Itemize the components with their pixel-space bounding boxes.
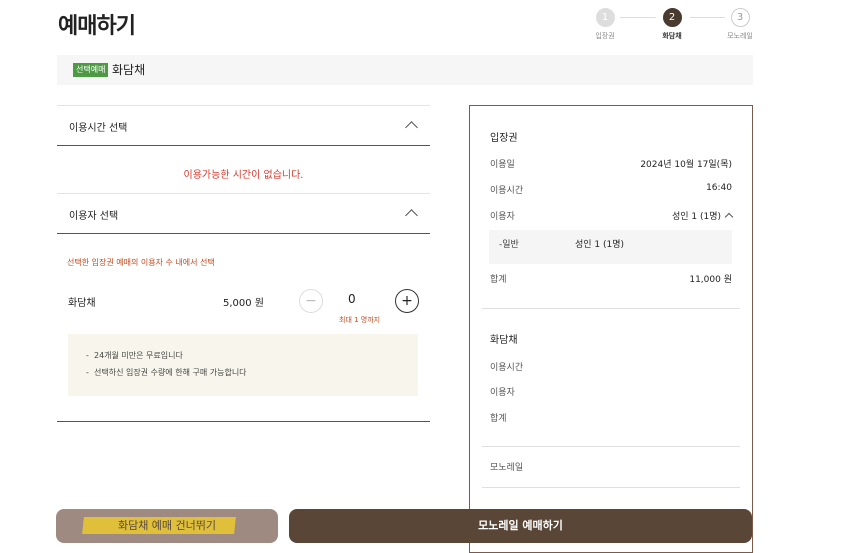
user-value-toggle[interactable]: 성인 1 (1명) [671,209,734,222]
hwadam-total-label: 합계 [490,414,507,424]
step-connector [690,17,725,18]
step-connector [620,17,656,18]
hwadam-user-label: 이용자 [490,388,515,398]
progress-steps: 1 입장권 2 화담채 3 모노레일 [590,8,760,44]
quantity-value: 0 [348,292,356,306]
step-1: 1 입장권 [590,8,620,41]
selected-badge: 선택예매 [73,63,109,77]
quantity-max-note: 최대 1 명까지 [339,316,381,324]
skip-hwadam-button[interactable]: 화담채 예매 건너뛰기 [56,509,278,543]
time-label: 이용시간 [490,186,524,196]
selected-product-name: 화담채 [112,63,146,77]
user-note: 선택한 입장권 예매의 이용자 수 내에서 선택 [67,258,215,267]
date-value: 2024년 10월 17일(목) [640,160,732,170]
time-section-header[interactable]: 이용시간 선택 [57,105,430,146]
book-monorail-button[interactable]: 모노레일 예매하기 [289,509,752,543]
quantity-minus-button[interactable]: − [299,289,323,313]
quantity-plus-button[interactable]: + [395,289,419,313]
divider [482,308,740,309]
user-section-header[interactable]: 이용자 선택 [57,193,430,234]
quantity-item-price: 5,000 원 [223,298,265,309]
step-label: 화담채 [662,32,682,40]
step-number: 3 [730,8,750,27]
quantity-item-name: 화담채 [68,298,96,309]
info-item: - 24개월 미만은 무료입니다 [86,351,183,360]
step-2: 2 화담채 [657,8,687,41]
step-number: 1 [595,8,615,27]
total-label: 합계 [490,275,507,285]
step-3: 3 모노레일 [725,8,755,41]
no-time-message: 이용가능한 시간이 없습니다. [183,170,304,181]
selection-panel: 이용시간 선택 이용가능한 시간이 없습니다. 이용자 선택 선택한 입장권 예… [57,105,430,422]
total-value: 11,000 원 [689,275,732,285]
chevron-up-icon[interactable] [405,209,418,222]
ticket-summary-title: 입장권 [490,133,518,144]
user-section-title: 이용자 선택 [69,211,119,222]
chevron-up-icon[interactable] [405,121,418,134]
user-section-body: 선택한 입장권 예매의 이용자 수 내에서 선택 화담채 5,000 원 − 0… [57,234,430,422]
order-summary: 입장권 이용일 2024년 10월 17일(목) 이용시간 16:40 이용자 … [469,105,753,553]
selected-product-bar: 선택예매 화담채 [57,55,753,85]
skip-hwadam-label: 화담채 예매 건너뛰기 [117,519,217,532]
user-detail-type: -일반 [499,240,519,250]
date-label: 이용일 [490,160,515,170]
time-section-title: 이용시간 선택 [69,123,128,134]
step-number: 2 [662,8,682,27]
user-value: 성인 1 (1명) [671,212,721,222]
page-title: 예매하기 [58,14,136,39]
info-item: - 선택하신 입장권 수량에 한해 구매 가능합니다 [86,368,247,377]
chevron-up-icon [724,212,734,222]
time-value: 16:40 [706,183,732,193]
divider [482,487,740,488]
monorail-summary-title: 모노레일 [490,463,524,473]
divider [482,446,740,447]
step-label: 모노레일 [727,32,753,40]
user-detail-row: -일반 성인 1 (1명) [489,230,732,264]
user-label: 이용자 [490,212,515,222]
step-label: 입장권 [595,32,615,40]
hwadam-summary-title: 화담채 [490,335,518,346]
hwadam-time-label: 이용시간 [490,363,524,373]
info-box: - 24개월 미만은 무료입니다 - 선택하신 입장권 수량에 한해 구매 가능… [68,334,418,396]
user-detail-value: 성인 1 (1명) [575,240,625,250]
